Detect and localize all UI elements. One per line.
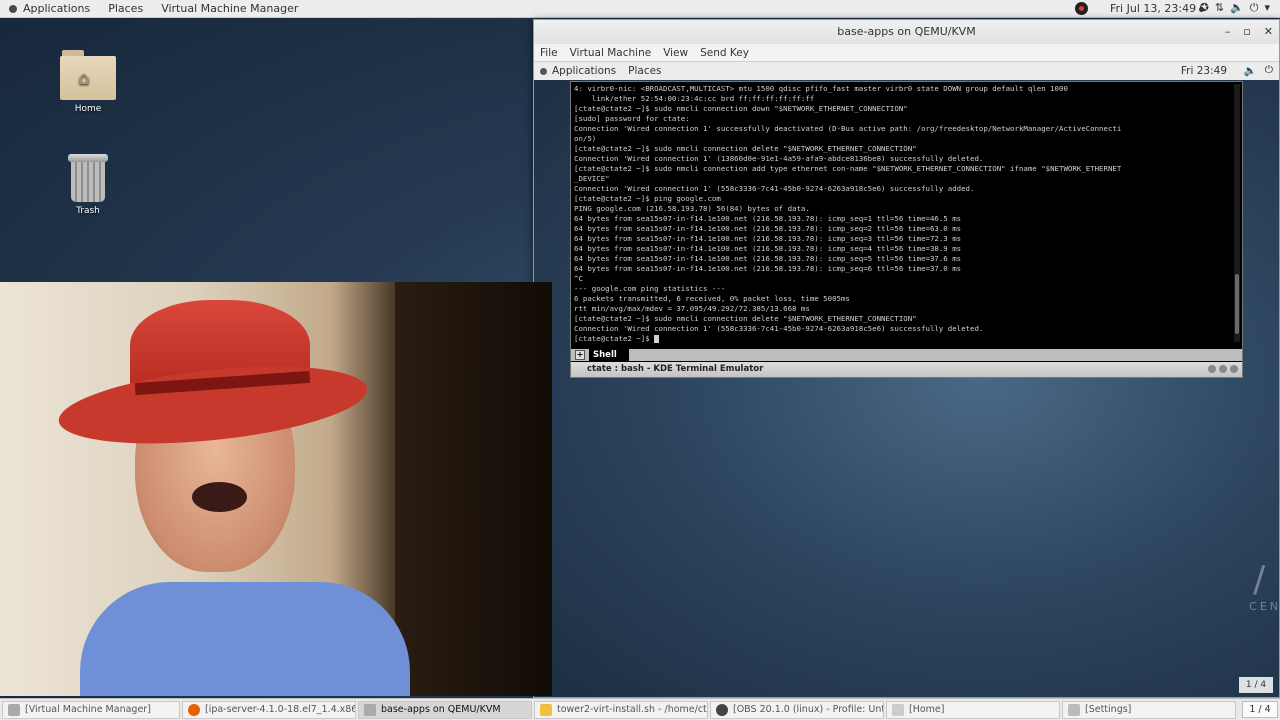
- terminal-line: 64 bytes from sea15s07-in-f14.1e100.net …: [574, 214, 962, 223]
- power-icon[interactable]: ⏻: [1250, 1, 1259, 15]
- terminal-cursor: [654, 335, 660, 343]
- guest-clock[interactable]: Fri 23:49: [1181, 65, 1227, 77]
- chevron-down-icon[interactable]: ▾: [1264, 1, 1270, 15]
- window-titlebar[interactable]: base-apps on QEMU/KVM – ▫ ✕: [534, 20, 1279, 44]
- terminal-close-icon[interactable]: [1230, 365, 1238, 373]
- guest-workspace-pager[interactable]: 1 / 4: [1239, 677, 1273, 693]
- taskbar-item-firefox[interactable]: [ipa-server-4.1.0-18.el7_1.4.x86_6...: [182, 700, 356, 719]
- terminal-titlebar[interactable]: ctate : bash - KDE Terminal Emulator: [571, 362, 1242, 377]
- vm-viewer-window[interactable]: base-apps on QEMU/KVM – ▫ ✕ File Virtual…: [533, 19, 1280, 698]
- terminal-output[interactable]: 4: virbr0-nic: <BROADCAST,MULTICAST> mtu…: [574, 84, 1230, 344]
- guest-places-menu[interactable]: Places: [622, 65, 667, 77]
- terminal-tabbar: + Shell: [571, 349, 1242, 361]
- terminal-line: [ctate@ctate2 ~]$ sudo nmcli connection …: [574, 164, 1122, 173]
- guest-top-panel: Applications Places Fri 23:49 🔈 ⏻: [534, 62, 1279, 80]
- desktop-icon-label: Trash: [76, 206, 100, 216]
- terminal-line: --- google.com ping statistics ---: [574, 284, 726, 293]
- taskbar-item-vm-viewer[interactable]: base-apps on QEMU/KVM: [358, 700, 532, 719]
- text-editor-icon: [540, 703, 552, 716]
- terminal-title: ctate : bash - KDE Terminal Emulator: [587, 364, 764, 374]
- recording-icon[interactable]: [1075, 2, 1088, 15]
- top-panel: Applications Places Virtual Machine Mana…: [0, 0, 1280, 18]
- desktop-icon-label: Home: [74, 104, 102, 114]
- bottom-taskbar: [Virtual Machine Manager] [ipa-server-4.…: [0, 698, 1280, 720]
- window-title: base-apps on QEMU/KVM: [837, 25, 976, 38]
- terminal-maximize-icon[interactable]: [1219, 365, 1227, 373]
- terminal-line: Connection 'Wired connection 1' (558c333…: [574, 324, 984, 333]
- applications-icon: [9, 4, 17, 13]
- close-icon[interactable]: ✕: [1264, 20, 1273, 44]
- terminal-line: Connection 'Wired connection 1' successf…: [574, 124, 1122, 133]
- taskbar-item-virt-manager[interactable]: [Virtual Machine Manager]: [2, 700, 180, 719]
- desktop-icon-trash[interactable]: Trash: [58, 154, 118, 216]
- terminal-line: Connection 'Wired connection 1' (13860d0…: [574, 154, 984, 163]
- terminal-line: 64 bytes from sea15s07-in-f14.1e100.net …: [574, 264, 962, 273]
- taskbar-item-settings[interactable]: [Settings]: [1062, 700, 1236, 719]
- terminal-line: [ctate@ctate2 ~]$ sudo nmcli connection …: [574, 104, 908, 113]
- guest-applications-menu[interactable]: Applications: [534, 65, 622, 77]
- volume-icon[interactable]: 🔈: [1230, 1, 1244, 15]
- home-folder-icon: ⌂: [60, 50, 116, 100]
- guest-display[interactable]: Applications Places Fri 23:49 🔈 ⏻ 4: vir…: [534, 62, 1280, 697]
- tab-shell[interactable]: Shell: [589, 349, 629, 361]
- places-menu[interactable]: Places: [99, 0, 152, 17]
- terminal-line: 4: virbr0-nic: <BROADCAST,MULTICAST> mtu…: [574, 84, 1068, 93]
- terminal-line: link/ether 52:54:00:23:4c:cc brd ff:ff:f…: [574, 94, 815, 103]
- system-tray[interactable]: ✪ ⇅ 🔈 ⏻ ▾: [1200, 1, 1270, 15]
- app-menu[interactable]: Virtual Machine Manager: [152, 0, 307, 17]
- scrollbar-thumb[interactable]: [1235, 274, 1239, 334]
- taskbar-item-obs[interactable]: [OBS 20.1.0 (linux) - Profile: Untitle..…: [710, 700, 884, 719]
- window-icon: [8, 703, 20, 716]
- new-tab-button[interactable]: +: [575, 350, 585, 360]
- terminal-line: on/5): [574, 134, 597, 143]
- workspace-pager[interactable]: 1 / 4: [1242, 701, 1278, 718]
- applications-menu[interactable]: Applications: [0, 0, 99, 17]
- menu-virtual-machine[interactable]: Virtual Machine: [564, 47, 658, 59]
- network-icon[interactable]: ⇅: [1215, 1, 1224, 15]
- trash-icon: [68, 154, 108, 202]
- terminal-line: [ctate@ctate2 ~]$: [574, 334, 655, 343]
- accessibility-icon[interactable]: ✪: [1200, 1, 1209, 15]
- monitor-icon: [364, 703, 376, 716]
- file-manager-icon: [892, 703, 904, 716]
- terminal-line: rtt min/avg/max/mdev = 37.095/49.292/72.…: [574, 304, 810, 313]
- taskbar-item-editor[interactable]: tower2-virt-install.sh - /home/ctate/...: [534, 700, 708, 719]
- applications-icon: [540, 67, 547, 75]
- terminal-line: _DEVICE": [574, 174, 610, 183]
- terminal-line: 6 packets transmitted, 6 received, 0% pa…: [574, 294, 850, 303]
- terminal-line: Connection 'Wired connection 1' (558c333…: [574, 184, 975, 193]
- menu-send-key[interactable]: Send Key: [694, 47, 755, 59]
- power-icon[interactable]: ⏻: [1265, 64, 1273, 77]
- terminal-minimize-icon[interactable]: [1208, 365, 1216, 373]
- terminal-line: ^C: [574, 274, 583, 283]
- maximize-icon[interactable]: ▫: [1243, 20, 1250, 44]
- terminal-line: PING google.com (216.58.193.78) 56(84) b…: [574, 204, 810, 213]
- vm-menubar: File Virtual Machine View Send Key: [534, 44, 1279, 62]
- terminal-line: 64 bytes from sea15s07-in-f14.1e100.net …: [574, 244, 962, 253]
- terminal-line: 64 bytes from sea15s07-in-f14.1e100.net …: [574, 254, 962, 263]
- minimize-icon[interactable]: –: [1225, 20, 1231, 44]
- terminal-line: 64 bytes from sea15s07-in-f14.1e100.net …: [574, 234, 962, 243]
- terminal-scrollbar[interactable]: [1234, 84, 1240, 342]
- clock[interactable]: Fri Jul 13, 23:49: [1110, 2, 1205, 15]
- terminal-line: [ctate@ctate2 ~]$ sudo nmcli connection …: [574, 314, 917, 323]
- terminal-window[interactable]: 4: virbr0-nic: <BROADCAST,MULTICAST> mtu…: [570, 81, 1243, 378]
- terminal-line: 64 bytes from sea15s07-in-f14.1e100.net …: [574, 224, 962, 233]
- firefox-icon: [188, 703, 200, 716]
- menu-file[interactable]: File: [534, 47, 564, 59]
- desktop-icon-home[interactable]: ⌂ Home: [58, 50, 118, 114]
- terminal-line: [ctate@ctate2 ~]$ ping google.com: [574, 194, 721, 203]
- terminal-line: [ctate@ctate2 ~]$ sudo nmcli connection …: [574, 144, 917, 153]
- obs-icon: [716, 703, 728, 716]
- settings-icon: [1068, 703, 1080, 716]
- webcam-overlay: [0, 282, 552, 696]
- volume-icon[interactable]: 🔈: [1244, 64, 1257, 77]
- taskbar-item-home[interactable]: [Home]: [886, 700, 1060, 719]
- terminal-line: [sudo] password for ctate:: [574, 114, 690, 123]
- centos-logo: / CEN: [1249, 559, 1280, 614]
- menu-view[interactable]: View: [657, 47, 694, 59]
